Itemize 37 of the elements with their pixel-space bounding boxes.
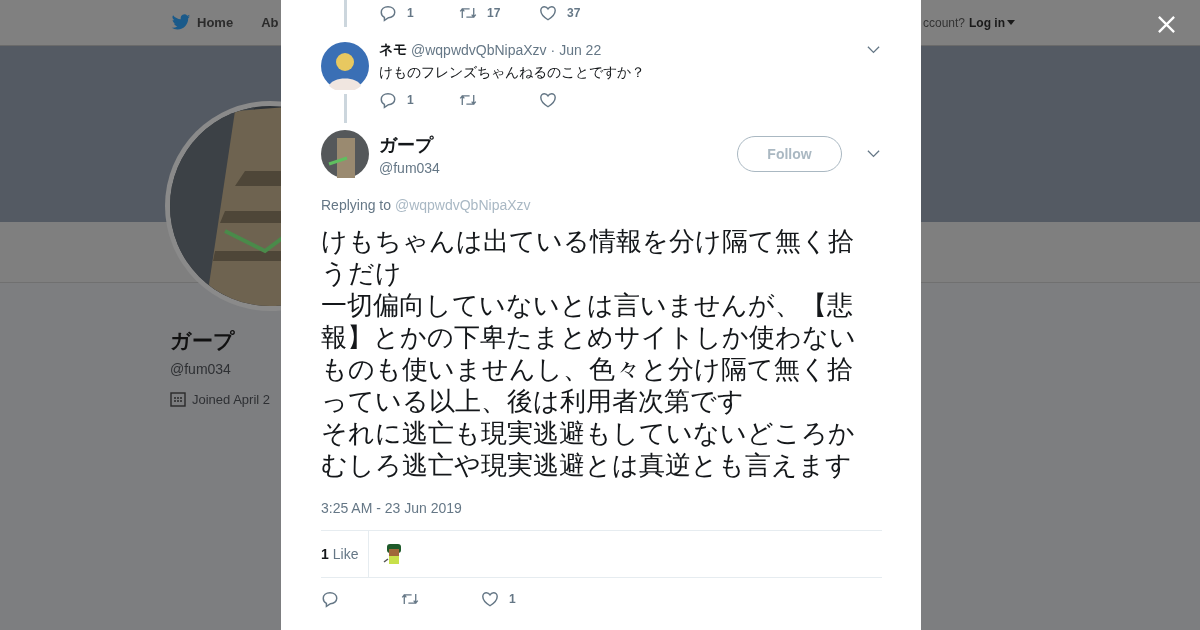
- chevron-icon[interactable]: [867, 46, 880, 54]
- home-link[interactable]: Home: [197, 15, 234, 30]
- profile-handle: @fum034: [170, 361, 231, 377]
- close-icon[interactable]: [1157, 15, 1176, 34]
- like-button[interactable]: 1: [481, 590, 561, 608]
- retweet-button[interactable]: 17: [459, 4, 539, 22]
- author-name[interactable]: ガープ: [379, 132, 440, 157]
- reply-button[interactable]: 1: [379, 91, 459, 109]
- heart-icon: [539, 91, 557, 109]
- reply-icon: [379, 91, 397, 109]
- author-handle[interactable]: @fum034: [379, 159, 440, 176]
- tweet-paragraph: けもちゃんは出ている情報を分け隔て無く拾うだけ: [321, 225, 855, 289]
- reply-icon: [379, 4, 397, 22]
- avatar-icon[interactable]: [321, 42, 369, 90]
- author-name[interactable]: ネモ: [379, 41, 407, 59]
- heart-icon: [539, 4, 557, 22]
- tweet-paragraph: それに逃亡も現実逃避もしていないどころかむしろ逃亡や現実逃避とは真逆とも言えます: [321, 417, 856, 481]
- joined-date: Joined April 2: [192, 391, 271, 407]
- author-handle[interactable]: @wqpwdvQbNipaXzv: [411, 42, 547, 58]
- tweet-paragraph: 一切偏向していないとは言いませんが、【悲報】とかの下卑たまとめサイトしか使わないものも使いませんし、色々と分け隔て無く拾っている以上、後は利用者次第です: [321, 289, 857, 417]
- tweet-date[interactable]: · Jun 22: [550, 42, 602, 58]
- caret-icon: [1007, 20, 1015, 25]
- account-prompt: ccount?: [922, 15, 965, 30]
- likes-count-link[interactable]: 1 Like: [321, 531, 370, 577]
- replying-label: Replying to: [321, 197, 392, 213]
- heart-icon: [481, 590, 499, 608]
- tweet-timestamp: 3:25 AM - 23 Jun 2019: [321, 500, 463, 516]
- reply-icon: [321, 590, 339, 608]
- profile-name: ガープ: [170, 328, 235, 354]
- like-button[interactable]: 37: [539, 4, 619, 22]
- tweet-text: けものフレンズちゃんねるのことですか？: [379, 63, 646, 82]
- avatar-icon[interactable]: [321, 130, 369, 178]
- about-link[interactable]: Ab: [261, 15, 279, 30]
- chevron-icon[interactable]: [867, 150, 880, 158]
- reply-button[interactable]: 1: [379, 4, 459, 22]
- calendar-icon: [170, 391, 186, 407]
- login-link[interactable]: Log in: [969, 15, 1015, 30]
